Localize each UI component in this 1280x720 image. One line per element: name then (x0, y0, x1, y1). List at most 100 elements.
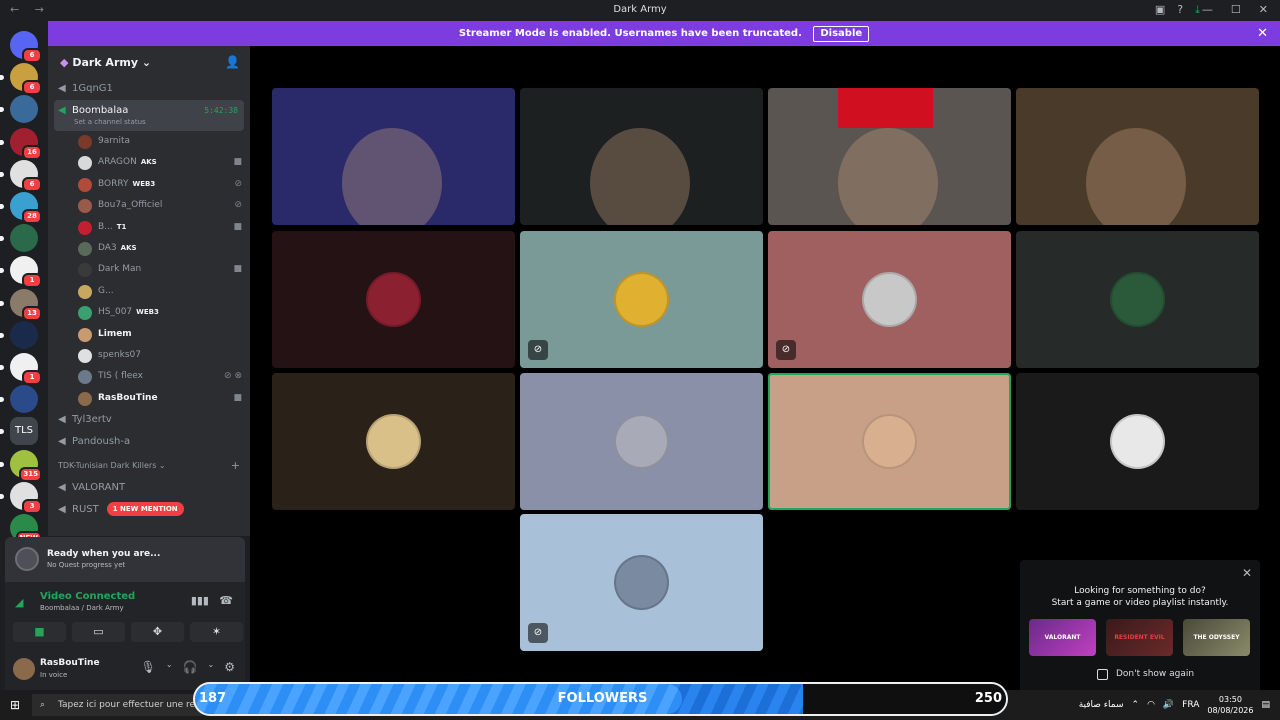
participant-tile[interactable] (272, 231, 515, 368)
participant-tile[interactable] (272, 373, 515, 510)
avatar[interactable] (13, 658, 35, 680)
mention-badge[interactable]: 1 NEW MENTION (106, 502, 184, 517)
server-icon[interactable]: 28 (0, 192, 42, 224)
tray-overflow-icon[interactable]: ⌃ (1132, 700, 1140, 710)
video-tile[interactable] (1016, 88, 1259, 225)
soundboard-button[interactable]: ✶ (190, 622, 243, 642)
video-tile[interactable] (520, 88, 763, 225)
voice-channel[interactable]: ◀ Pandoush-a (48, 431, 250, 453)
voice-user-row[interactable]: spenks07 (48, 345, 250, 366)
server-icon[interactable]: 1 (0, 256, 42, 289)
participant-tile[interactable]: ⊘ (520, 514, 763, 651)
microphone-icon[interactable]: 🎙 (141, 660, 156, 674)
muted-mic-icon: ⊘ (528, 623, 548, 643)
server-icon[interactable]: 16 (0, 127, 42, 160)
voice-user-row[interactable]: Dark Man ■ (48, 259, 250, 280)
voice-user-row[interactable]: 9arnita (48, 131, 250, 152)
dont-show-label[interactable]: Don't show again (1116, 669, 1194, 679)
clock[interactable]: 03:50 08/08/2026 (1207, 694, 1253, 716)
minimize-button[interactable]: — (1202, 3, 1213, 16)
add-channel-icon[interactable]: + (231, 455, 240, 477)
chevron-down-icon[interactable]: ⌄ (166, 660, 173, 674)
voice-user-row[interactable]: BORRY WEB3 ⊘ (48, 174, 250, 195)
clan-tag: T1 (116, 222, 127, 231)
voice-user-row[interactable]: HS_007 WEB3 (48, 302, 250, 323)
voice-channel-active[interactable]: ◀ Boombalaa 5:42:38 Set a channel status (54, 100, 244, 131)
server-icon[interactable]: 13 (0, 288, 42, 321)
server-icon[interactable]: 6 (0, 63, 42, 96)
maximize-button[interactable]: ☐ (1231, 3, 1241, 16)
voice-user-row[interactable]: Limem (48, 324, 250, 345)
participant-tile[interactable] (1016, 231, 1259, 368)
voice-channel[interactable]: ◀ Tyl3ertv (48, 409, 250, 431)
server-icon[interactable]: TLS (0, 417, 38, 446)
voice-user-row[interactable]: B... T1 ■ (48, 217, 250, 238)
quest-panel[interactable]: Ready when you are... No Quest progress … (5, 537, 245, 582)
category-header[interactable]: TDK-Tunisian Dark Killers ⌄ + (48, 455, 250, 477)
voice-channel[interactable]: ◀ VALORANT (48, 477, 250, 499)
invite-icon[interactable]: 👤 (225, 55, 240, 69)
disconnect-icon[interactable]: ☎ (219, 594, 233, 607)
close-icon[interactable]: ✕ (1242, 566, 1252, 580)
server-icon[interactable] (0, 385, 38, 414)
disable-button[interactable]: Disable (813, 26, 870, 42)
close-window-button[interactable]: ✕ (1259, 3, 1268, 16)
language-indicator[interactable]: FRA (1182, 700, 1199, 710)
voice-user-row[interactable]: G... (48, 281, 250, 302)
avatar (78, 348, 92, 363)
channel-status[interactable]: Set a channel status (74, 117, 146, 127)
voice-channel[interactable]: ◀ 1GqnG1 (48, 78, 250, 100)
voice-status[interactable]: Video Connected (40, 591, 135, 602)
voice-location[interactable]: Boombalaa / Dark Army (40, 604, 124, 612)
clan-tag: AKS (140, 158, 157, 167)
server-header[interactable]: ◆ Dark Army ⌄ 👤 (48, 46, 250, 78)
video-tile[interactable] (272, 88, 515, 225)
video-tile[interactable] (768, 88, 1011, 225)
gear-icon[interactable]: ⚙ (224, 660, 235, 674)
participant-tile[interactable] (768, 373, 1011, 510)
search-icon: ⌕ (40, 700, 46, 710)
signal-icon[interactable]: ◢ (15, 596, 23, 609)
voice-user-row[interactable]: ARAGON AKS ■ (48, 152, 250, 173)
server-icon[interactable]: 315 (0, 449, 42, 482)
inbox-icon[interactable]: ▣ (1155, 3, 1165, 17)
server-icon[interactable] (0, 95, 38, 124)
volume-icon[interactable]: 🔊 (1163, 700, 1174, 710)
close-banner-icon[interactable]: ✕ (1257, 21, 1268, 46)
voice-channel[interactable]: ◀ RUST 1 NEW MENTION (48, 499, 250, 521)
help-icon[interactable]: ? (1177, 3, 1183, 17)
system-tray: سماء صافية ⌃ ◠ 🔊 FRA 03:50 08/08/2026 ▤ (1079, 690, 1270, 720)
windows-start-icon[interactable]: ⊞ (10, 698, 20, 712)
voice-user-row[interactable]: DA3 AKS (48, 238, 250, 259)
server-icon[interactable]: 3 (0, 481, 42, 514)
chevron-down-icon[interactable]: ⌄ (208, 660, 215, 674)
mention-badge: 28 (22, 209, 42, 224)
home-icon[interactable]: 6 (10, 31, 42, 63)
participant-tile[interactable] (520, 373, 763, 510)
activity-thumbnail-resident-evil[interactable]: RESIDENT EVIL (1106, 619, 1173, 656)
weather-text[interactable]: سماء صافية (1079, 700, 1124, 710)
camera-button[interactable]: ■ (13, 622, 66, 642)
activities-button[interactable]: ✥ (131, 622, 184, 642)
taskbar-search[interactable]: ⌕ Tapez ici pour effectuer une re (32, 694, 202, 716)
voice-user-row[interactable]: TIS ( fleex ⊘ ⊗ (48, 366, 250, 387)
server-icon[interactable] (0, 224, 38, 253)
wifi-icon[interactable]: ◠ (1147, 700, 1155, 710)
activity-thumbnail-odyssey[interactable]: THE ODYSSEY (1183, 619, 1250, 656)
notification-icon[interactable]: ▤ (1261, 700, 1270, 710)
activity-thumbnail-valorant[interactable]: VALORANT (1029, 619, 1096, 656)
dont-show-checkbox[interactable] (1097, 669, 1108, 680)
participant-tile[interactable]: ⊘ (768, 231, 1011, 368)
participant-tile[interactable] (1016, 373, 1259, 510)
voice-user-row[interactable]: Bou7a_Officiel ⊘ (48, 195, 250, 216)
voice-user-row[interactable]: RasBouTine ■ (48, 388, 250, 409)
headphones-icon[interactable]: 🎧 (183, 660, 198, 674)
noise-suppression-icon[interactable]: ▮▮▮ (191, 594, 209, 607)
download-icon[interactable]: ⤓ (1195, 3, 1200, 17)
server-icon[interactable]: 1 (0, 353, 42, 385)
screen-share-button[interactable]: ▭ (72, 622, 125, 642)
server-icon[interactable] (0, 320, 38, 349)
participant-tile[interactable]: ⊘ (520, 231, 763, 368)
video-feed (590, 128, 690, 225)
server-icon[interactable]: 6 (0, 159, 42, 192)
